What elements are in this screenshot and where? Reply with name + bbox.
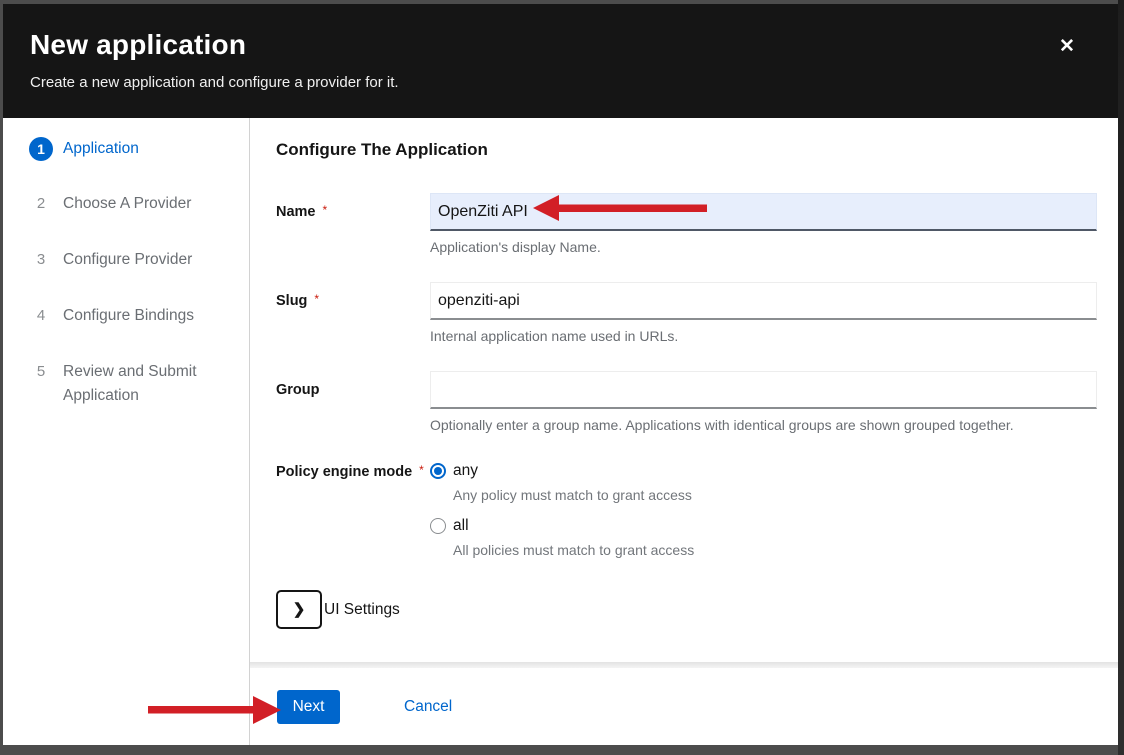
new-application-modal: New application Create a new application…: [3, 4, 1118, 745]
ui-settings-label: UI Settings: [324, 601, 400, 619]
radio-label-any: any: [453, 462, 478, 480]
group-field-label: Group: [276, 382, 320, 398]
wizard-step-application[interactable]: 1 Application: [3, 137, 249, 177]
form-row-name: Name * Application's display Name.: [276, 193, 1097, 256]
name-field-help: Application's display Name.: [430, 238, 1097, 256]
wizard-step-configure-bindings[interactable]: 4 Configure Bindings: [3, 304, 249, 344]
wizard-content: Configure The Application Name * Applicat…: [250, 118, 1118, 662]
step-number: 3: [29, 248, 53, 272]
group-field-help: Optionally enter a group name. Applicati…: [430, 416, 1097, 434]
step-label: Configure Bindings: [63, 304, 194, 328]
name-field[interactable]: [430, 193, 1097, 231]
next-button[interactable]: Next: [277, 690, 340, 724]
close-icon[interactable]: ✕: [1054, 34, 1080, 60]
slug-field-label: Slug: [276, 293, 307, 309]
required-asterisk: *: [323, 203, 328, 217]
cancel-link[interactable]: Cancel: [404, 698, 452, 716]
name-field-label: Name: [276, 204, 316, 220]
wizard-footer: Next Cancel: [250, 668, 1118, 745]
step-number: 2: [29, 192, 53, 216]
policy-engine-mode-label: Policy engine mode: [276, 464, 412, 480]
policy-mode-all-help: All policies must match to grant access: [430, 542, 1097, 558]
group-field[interactable]: [430, 371, 1097, 409]
slug-field-help: Internal application name used in URLs.: [430, 327, 1097, 345]
radio-selected-icon[interactable]: [430, 463, 446, 479]
required-asterisk: *: [419, 463, 424, 477]
wizard-steps-nav: 1 Application 2 Choose A Provider 3 Conf…: [3, 118, 250, 745]
policy-mode-all-radio[interactable]: all: [430, 515, 1097, 535]
step-label: Configure Provider: [63, 248, 192, 272]
form-row-group: Group Optionally enter a group name. App…: [276, 371, 1097, 434]
wizard-main-panel: Configure The Application Name * Applicat…: [250, 118, 1118, 745]
policy-mode-any-radio[interactable]: any: [430, 460, 1097, 480]
chevron-right-icon[interactable]: ❯: [276, 590, 322, 629]
radio-unselected-icon[interactable]: [430, 518, 446, 534]
slug-field[interactable]: [430, 282, 1097, 320]
form-row-policy-engine-mode: Policy engine mode * any Any policy must …: [276, 460, 1097, 558]
policy-mode-any-help: Any policy must match to grant access: [430, 487, 1097, 503]
modal-body: 1 Application 2 Choose A Provider 3 Conf…: [3, 118, 1118, 745]
step-label: Review and Submit Application: [63, 360, 213, 408]
wizard-step-configure-provider[interactable]: 3 Configure Provider: [3, 248, 249, 288]
wizard-step-review-submit[interactable]: 5 Review and Submit Application: [3, 360, 249, 408]
radio-label-all: all: [453, 517, 469, 535]
modal-subtitle: Create a new application and configure a…: [30, 74, 1094, 91]
required-asterisk: *: [314, 292, 319, 306]
step-number: 4: [29, 304, 53, 328]
modal-title: New application: [30, 29, 1094, 61]
background-page-edge: [1118, 0, 1124, 755]
ui-settings-section: ❯ UI Settings: [276, 590, 1097, 629]
step-label: Choose A Provider: [63, 192, 191, 216]
step-number: 5: [29, 360, 53, 384]
wizard-step-choose-provider[interactable]: 2 Choose A Provider: [3, 192, 249, 232]
form-row-slug: Slug * Internal application name used in …: [276, 282, 1097, 345]
modal-header: New application Create a new application…: [3, 4, 1118, 118]
screenshot-root: New application Create a new application…: [0, 0, 1124, 755]
page-title: Configure The Application: [276, 140, 1097, 160]
step-number-badge: 1: [29, 137, 53, 161]
step-label: Application: [63, 137, 139, 161]
